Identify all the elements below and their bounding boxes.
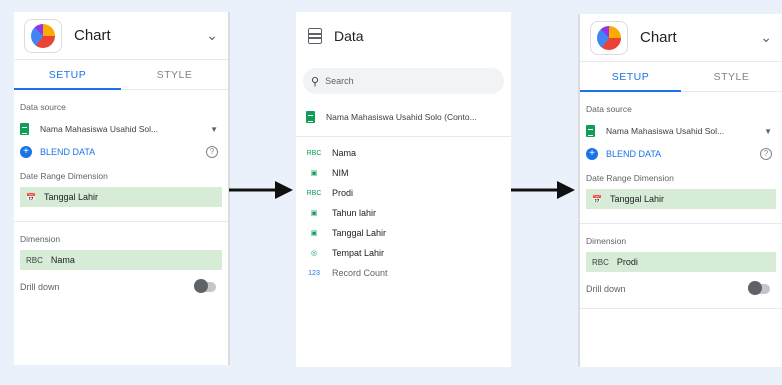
date-range-label: Date Range Dimension: [586, 173, 674, 183]
field-name: Tahun lahir: [332, 208, 377, 218]
divider: [14, 221, 228, 222]
field-item[interactable]: ▣ Tanggal Lahir: [296, 223, 511, 243]
data-source-label: Data source: [586, 104, 632, 114]
chart-title: Chart: [74, 27, 111, 44]
data-source-name: Nama Mahasiswa Usahid Sol...: [40, 124, 159, 134]
field-item[interactable]: ◎ Tempat Lahir: [296, 243, 511, 263]
help-icon[interactable]: ?: [760, 148, 772, 160]
search-icon: ⚲: [311, 75, 320, 88]
search-input[interactable]: ⚲ Search: [303, 68, 504, 94]
date-range-field: Tanggal Lahir: [609, 194, 665, 204]
dimension-field: Nama: [50, 255, 75, 265]
dimension-chip[interactable]: RBC Prodi: [586, 252, 776, 272]
field-item[interactable]: ▣ NIM: [296, 163, 511, 183]
arrow-right-icon: [511, 181, 575, 199]
chart-header: Chart ⌄: [14, 12, 228, 60]
table-icon: [308, 28, 322, 44]
dimension-field: Prodi: [616, 257, 638, 267]
data-source-select[interactable]: Nama Mahasiswa Usahid Sol... ▼: [20, 120, 222, 138]
drill-down-toggle[interactable]: [748, 281, 770, 295]
date-range-label: Date Range Dimension: [20, 171, 108, 181]
data-title: Data: [334, 28, 364, 44]
date-range-chip[interactable]: 📅 Tanggal Lahir: [586, 189, 776, 209]
data-source-select[interactable]: Nama Mahasiswa Usahid Sol... ▼: [586, 122, 776, 140]
tab-style[interactable]: STYLE: [121, 60, 228, 89]
chart-header: Chart ⌄: [580, 14, 782, 62]
globe-icon: ◎: [310, 250, 318, 257]
text-type-icon: RBC: [306, 189, 322, 197]
divider: [580, 223, 782, 224]
data-source-name: Nama Mahasiswa Usahid Solo (Conto...: [326, 112, 477, 122]
drill-down-label: Drill down: [20, 282, 60, 292]
chart-panel-right: Chart ⌄ SETUP STYLE Data source Nama Mah…: [578, 14, 782, 367]
field-name: Tempat Lahir: [332, 248, 385, 258]
calendar-icon: 📅: [592, 194, 602, 204]
field-name: Tanggal Lahir: [332, 228, 387, 238]
caret-down-icon: ▼: [210, 124, 218, 134]
divider: [580, 308, 782, 309]
calendar-icon: ▣: [310, 170, 318, 177]
text-type-icon: RBC: [26, 255, 43, 265]
field-name: Nama: [332, 148, 357, 158]
chevron-down-icon[interactable]: ⌄: [206, 27, 218, 44]
text-type-icon: RBC: [592, 257, 609, 267]
field-name: Prodi: [332, 188, 354, 198]
caret-down-icon: ▼: [764, 126, 772, 136]
field-name: Record Count: [332, 268, 388, 278]
date-range-chip[interactable]: 📅 Tanggal Lahir: [20, 187, 222, 207]
dimension-label: Dimension: [586, 236, 627, 246]
chart-title: Chart: [640, 29, 677, 46]
help-icon[interactable]: ?: [206, 146, 218, 158]
field-list: RBC Nama ▣ NIM RBC Prodi ▣ Tahun lahir ▣…: [296, 136, 511, 283]
field-item[interactable]: 123 Record Count: [296, 263, 511, 283]
pie-chart-icon: [590, 20, 628, 55]
field-item[interactable]: RBC Prodi: [296, 183, 511, 203]
tab-setup[interactable]: SETUP: [580, 62, 681, 92]
dimension-chip[interactable]: RBC Nama: [20, 250, 222, 270]
tab-style[interactable]: STYLE: [681, 62, 782, 91]
data-source-row[interactable]: Nama Mahasiswa Usahid Solo (Conto...: [296, 108, 511, 126]
sheets-icon: [20, 123, 29, 135]
sheets-icon: [306, 111, 315, 123]
tab-setup[interactable]: SETUP: [14, 60, 121, 90]
calendar-icon: 📅: [26, 192, 36, 202]
sheets-icon: [586, 125, 595, 137]
add-icon[interactable]: +: [20, 146, 32, 158]
chevron-down-icon[interactable]: ⌄: [760, 29, 772, 46]
add-icon[interactable]: +: [586, 148, 598, 160]
data-panel: Data ⚲ Search Nama Mahasiswa Usahid Solo…: [296, 12, 511, 367]
calendar-icon: ▣: [310, 210, 318, 217]
field-item[interactable]: RBC Nama: [296, 143, 511, 163]
chart-panel-left: Chart ⌄ SETUP STYLE Data source Nama Mah…: [14, 12, 230, 365]
data-source-name: Nama Mahasiswa Usahid Sol...: [606, 126, 725, 136]
date-range-field: Tanggal Lahir: [43, 192, 99, 202]
calendar-icon: ▣: [310, 230, 318, 237]
blend-data-button[interactable]: BLEND DATA: [40, 147, 206, 157]
tab-bar: SETUP STYLE: [580, 62, 782, 92]
drill-down-toggle[interactable]: [194, 279, 216, 293]
text-type-icon: RBC: [306, 149, 322, 157]
data-source-label: Data source: [20, 102, 66, 112]
field-name: NIM: [332, 168, 349, 178]
number-type-icon: 123: [308, 269, 320, 277]
search-placeholder: Search: [325, 76, 354, 86]
field-item[interactable]: ▣ Tahun lahir: [296, 203, 511, 223]
blend-data-button[interactable]: BLEND DATA: [606, 149, 760, 159]
drill-down-label: Drill down: [586, 284, 626, 294]
dimension-label: Dimension: [20, 234, 61, 244]
tab-bar: SETUP STYLE: [14, 60, 228, 90]
arrow-right-icon: [229, 181, 293, 199]
pie-chart-icon: [24, 18, 62, 53]
